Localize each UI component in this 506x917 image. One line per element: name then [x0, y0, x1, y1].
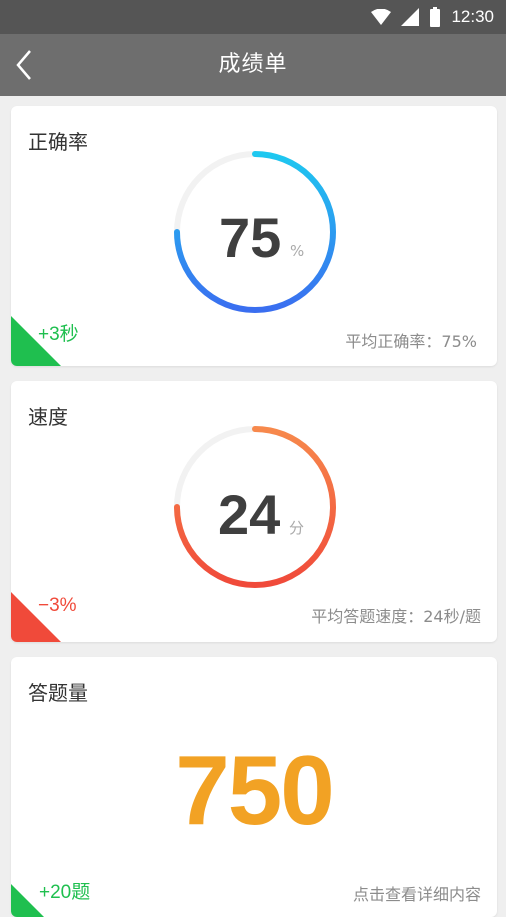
count-card: 答题量 750 +20题 点击查看详细内容 — [11, 657, 497, 917]
status-bar: 12:30 — [0, 0, 506, 34]
view-details-link[interactable]: 点击查看详细内容 — [353, 881, 481, 905]
title-bar: 成绩单 — [0, 34, 506, 96]
speed-value: 24 — [218, 483, 281, 546]
speed-delta: −3% — [38, 595, 77, 616]
accuracy-unit: % — [290, 242, 305, 260]
speed-unit: 分 — [289, 519, 305, 537]
accuracy-average: 平均正确率：75% — [345, 332, 477, 351]
count-value: 750 — [175, 735, 335, 845]
battery-icon — [430, 7, 441, 27]
count-title: 答题量 — [28, 681, 88, 705]
wifi-icon — [371, 9, 392, 25]
status-icons: 12:30 — [371, 0, 494, 34]
speed-card: 速度 24 分 −3% 平均答题速度：24秒/题 — [11, 381, 497, 642]
status-time: 12:30 — [451, 7, 494, 26]
cell-signal-icon — [401, 8, 420, 26]
accuracy-title: 正确率 — [28, 130, 88, 154]
speed-title: 速度 — [28, 405, 68, 429]
speed-average: 平均答题速度：24秒/题 — [311, 607, 481, 626]
page-title: 成绩单 — [218, 52, 288, 77]
accuracy-delta: +3秒 — [38, 324, 79, 345]
accuracy-card: 正确率 75 % +3秒 平均正确率：75% — [11, 106, 497, 366]
accuracy-value: 75 — [219, 206, 282, 269]
